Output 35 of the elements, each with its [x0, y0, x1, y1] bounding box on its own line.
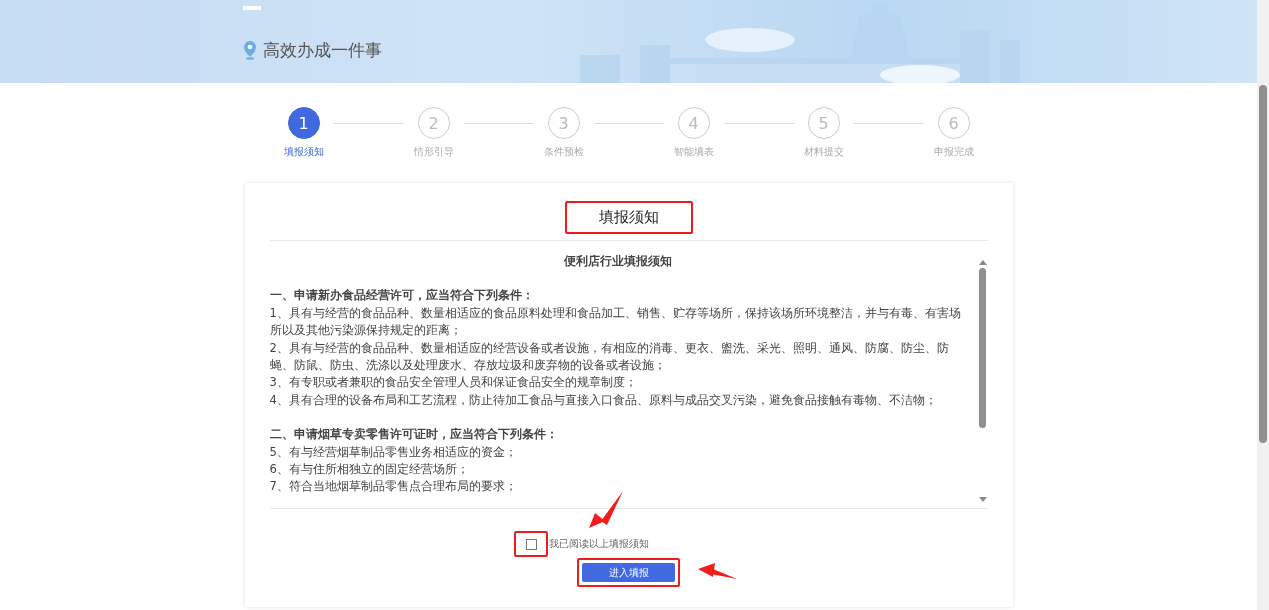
enter-form-button[interactable]: 进入填报: [582, 563, 675, 582]
step-label: 情形引导: [413, 145, 454, 159]
step-label: 申报完成: [933, 145, 974, 159]
requirement-text: 7、符合当地烟草制品零售点合理布局的要求；: [269, 478, 518, 496]
requirement-text: 3、有专职或者兼职的食品安全管理人员和保证食品安全的规章制度；: [269, 374, 638, 392]
agree-label: 我已阅读以上填报须知: [549, 537, 649, 551]
annotation-arrow: [697, 563, 737, 579]
step-label: 填报须知: [283, 145, 324, 159]
requirement-text: 2、具有与经营的食品品种、数量相适应的经营设备或者设施，有相应的消毒、更衣、盥洗、采光、照明、通风、防腐、防尘、防蝇、防鼠、防虫、洗涤以及处理废水、存放垃圾和废弃物的设备或者设施；: [269, 339, 950, 375]
page-scrollbar-thumb[interactable]: [1259, 85, 1267, 443]
location-pin-icon: [243, 41, 257, 60]
scroll-up-icon[interactable]: [978, 260, 987, 265]
requirement-text: 4、具有合理的设备布局和工艺流程，防止待加工食品与直接入口食品、原料与成品交叉污染，避免食品接触有毒物、不洁物；: [269, 391, 938, 409]
scrollbar-thumb[interactable]: [979, 268, 986, 428]
header-mark-icon: [243, 6, 261, 10]
step-number: 4: [677, 107, 710, 139]
page-title: 高效办成一件事: [263, 39, 382, 62]
requirement-text: 1、具有与经营的食品品种、数量相适应的食品原料处理和食品加工、销售、贮存等场所，保持该场所环境整洁，并与有毒、有害场所以及其他污染源保持规定的距离；: [269, 304, 962, 340]
notice-title: 填报须知: [598, 208, 659, 227]
document-title: 便利店行业填报须知: [562, 253, 673, 270]
step-number: 5: [807, 107, 840, 139]
annotation-arrow: [588, 491, 623, 528]
step-label: 材料提交: [803, 145, 844, 159]
scroll-down-icon[interactable]: [978, 497, 987, 502]
requirement-text: 6、有与住所相独立的固定经营场所；: [269, 461, 470, 479]
step-label: 智能填表: [673, 145, 714, 159]
section-heading: 二、申请烟草专卖零售许可证时，应当符合下列条件：: [269, 426, 559, 444]
step-label: 条件预检: [543, 145, 584, 159]
section-heading: 一、申请新办食品经营许可，应当符合下列条件：: [269, 287, 535, 305]
step-number: 1: [287, 107, 320, 139]
step-number: 3: [547, 107, 580, 139]
agree-checkbox[interactable]: [525, 538, 537, 550]
step-number: 6: [937, 107, 970, 139]
requirement-text: 5、有与经营烟草制品零售业务相适应的资金；: [269, 443, 518, 461]
step-number: 2: [417, 107, 450, 139]
